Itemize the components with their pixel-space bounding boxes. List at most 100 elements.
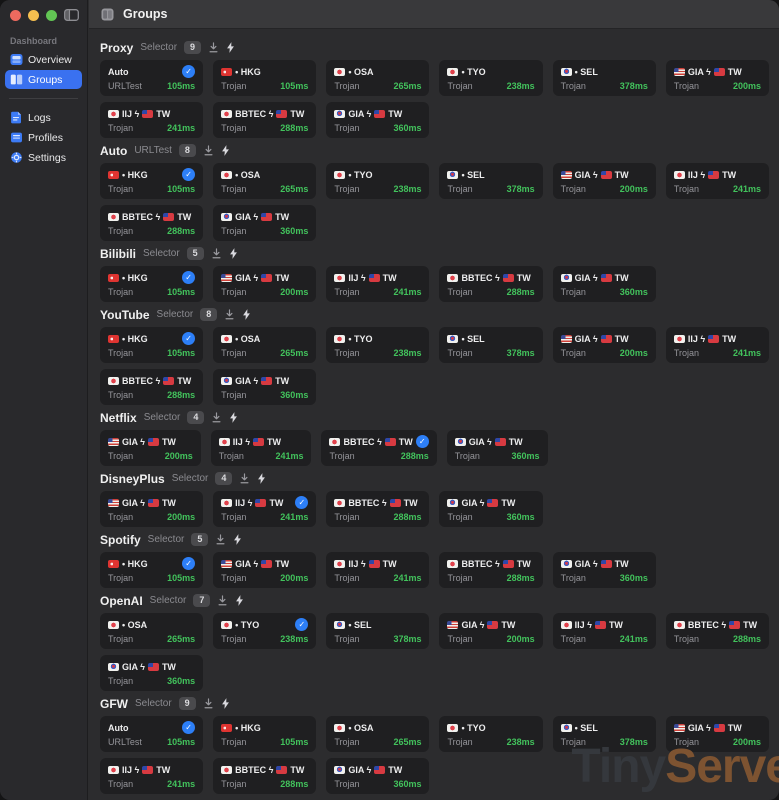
proxy-node-card[interactable]: GIA ϟTWTrojan200ms [553, 327, 656, 363]
proxy-node-card[interactable]: • SELTrojan378ms [553, 716, 656, 752]
proxy-node-card[interactable]: IIJ ϟTWTrojan241ms [666, 163, 769, 199]
sidebar-item-settings[interactable]: Settings [5, 148, 82, 167]
sidebar-item-logs[interactable]: Logs [5, 108, 82, 127]
proxy-node-type: URLTest [108, 81, 142, 91]
proxy-node-card[interactable]: GIA ϟTWTrojan360ms [213, 205, 316, 241]
proxy-node-card[interactable]: BBTEC ϟTWTrojan288ms [326, 491, 429, 527]
update-group-button[interactable] [215, 534, 226, 545]
proxy-node-card[interactable]: • OSATrojan265ms [326, 60, 429, 96]
proxy-node-card[interactable]: • HKGTrojan105ms [213, 60, 316, 96]
update-group-button[interactable] [224, 309, 235, 320]
proxy-node-card[interactable]: • TYOTrojan238ms [439, 60, 542, 96]
latency-test-button[interactable] [226, 42, 235, 53]
proxy-node-card[interactable]: BBTEC ϟTWTrojan288ms [439, 552, 542, 588]
latency-test-button[interactable] [257, 473, 266, 484]
proxy-node-card[interactable]: GIA ϟTWTrojan200ms [100, 430, 201, 466]
sidebar-toggle-button[interactable] [64, 9, 79, 21]
update-group-button[interactable] [203, 698, 214, 709]
proxy-node-card[interactable]: • OSATrojan265ms [213, 163, 316, 199]
sidebar-item-profiles[interactable]: Profiles [5, 128, 82, 147]
proxy-node-card[interactable]: • HKG✓Trojan105ms [100, 266, 203, 302]
proxy-node-type: Trojan [221, 123, 246, 133]
proxy-node-card[interactable]: GIA ϟTWTrojan200ms [213, 266, 316, 302]
sidebar-item-groups[interactable]: Groups [5, 70, 82, 89]
proxy-node-card[interactable]: • SELTrojan378ms [553, 60, 656, 96]
proxy-node-card[interactable]: IIJ ϟTWTrojan241ms [553, 613, 656, 649]
proxy-node-card[interactable]: IIJ ϟTWTrojan241ms [326, 266, 429, 302]
proxy-node-card[interactable]: • HKG✓Trojan105ms [100, 163, 203, 199]
proxy-node-card[interactable]: IIJ ϟTWTrojan241ms [211, 430, 312, 466]
latency-test-button[interactable] [242, 309, 251, 320]
proxy-node-card[interactable]: IIJ ϟTWTrojan241ms [100, 758, 203, 794]
proxy-node-card[interactable]: Auto✓URLTest105ms [100, 60, 203, 96]
proxy-node-card[interactable]: GIA ϟTWTrojan360ms [213, 369, 316, 405]
proxy-node-card[interactable]: • HKG✓Trojan105ms [100, 552, 203, 588]
proxy-node-card[interactable]: BBTEC ϟTWTrojan288ms [666, 613, 769, 649]
flag-tw-icon [708, 171, 719, 179]
proxy-node-card[interactable]: GIA ϟTWTrojan360ms [100, 655, 203, 691]
update-group-button[interactable] [203, 145, 214, 156]
proxy-node-card[interactable]: IIJ ϟTWTrojan241ms [326, 552, 429, 588]
proxy-node-card[interactable]: BBTEC ϟTWTrojan288ms [100, 369, 203, 405]
proxy-node-card[interactable]: IIJ ϟTW✓Trojan241ms [213, 491, 316, 527]
sidebar-item-overview[interactable]: Overview [5, 50, 82, 69]
proxy-node-card[interactable]: • SELTrojan378ms [439, 163, 542, 199]
proxy-node-card[interactable]: GIA ϟTWTrojan360ms [439, 491, 542, 527]
proxy-node-card[interactable]: GIA ϟTWTrojan200ms [100, 491, 203, 527]
update-group-button[interactable] [211, 412, 222, 423]
proxy-node-card[interactable]: IIJ ϟTWTrojan241ms [100, 102, 203, 138]
latency-test-button[interactable] [229, 248, 238, 259]
proxy-node-card[interactable]: GIA ϟTWTrojan200ms [666, 60, 769, 96]
update-group-button[interactable] [211, 248, 222, 259]
proxy-node-card[interactable]: BBTEC ϟTW✓Trojan288ms [321, 430, 436, 466]
latency-test-button[interactable] [233, 534, 242, 545]
latency-test-button[interactable] [221, 698, 230, 709]
proxy-node-name: GIA ϟTW [334, 765, 405, 775]
proxy-node-card[interactable]: • TYO✓Trojan238ms [213, 613, 316, 649]
latency-test-button[interactable] [229, 412, 238, 423]
close-button[interactable] [10, 10, 21, 21]
proxy-node-card[interactable]: GIA ϟTWTrojan200ms [439, 613, 542, 649]
latency-test-button[interactable] [235, 595, 244, 606]
proxy-node-card[interactable]: • SELTrojan378ms [326, 613, 429, 649]
proxy-node-card[interactable]: • TYOTrojan238ms [326, 163, 429, 199]
group-count-badge: 4 [215, 472, 232, 485]
proxy-node-card[interactable]: BBTEC ϟTWTrojan288ms [213, 102, 316, 138]
update-group-button[interactable] [208, 42, 219, 53]
proxy-node-card[interactable]: • OSATrojan265ms [213, 327, 316, 363]
proxy-node-card[interactable]: GIA ϟTWTrojan360ms [326, 758, 429, 794]
update-download-icon [208, 42, 219, 53]
group-header: BilibiliSelector5 [100, 246, 769, 261]
proxy-node-name: IIJ ϟTW [674, 170, 739, 180]
proxy-node-card[interactable]: GIA ϟTWTrojan360ms [553, 266, 656, 302]
proxy-node-card[interactable]: • OSATrojan265ms [326, 716, 429, 752]
proxy-node-card[interactable]: • HKG✓Trojan105ms [100, 327, 203, 363]
proxy-node-card[interactable]: GIA ϟTWTrojan200ms [213, 552, 316, 588]
proxy-node-card[interactable]: BBTEC ϟTWTrojan288ms [439, 266, 542, 302]
proxy-node-type: Trojan [334, 287, 359, 297]
proxy-node-card[interactable]: Auto✓URLTest105ms [100, 716, 203, 752]
proxy-node-card[interactable]: IIJ ϟTWTrojan241ms [666, 327, 769, 363]
proxy-node-card[interactable]: GIA ϟTWTrojan360ms [326, 102, 429, 138]
proxy-node-card[interactable]: • TYOTrojan238ms [439, 716, 542, 752]
proxy-node-card[interactable]: BBTEC ϟTWTrojan288ms [100, 205, 203, 241]
proxy-node-card[interactable]: GIA ϟTWTrojan360ms [447, 430, 548, 466]
proxy-node-card[interactable]: BBTEC ϟTWTrojan288ms [213, 758, 316, 794]
proxy-node-card[interactable]: GIA ϟTWTrojan360ms [553, 552, 656, 588]
minimize-button[interactable] [28, 10, 39, 21]
latency-test-button[interactable] [221, 145, 230, 156]
proxy-node-card[interactable]: GIA ϟTWTrojan200ms [553, 163, 656, 199]
proxy-node-card[interactable]: • TYOTrojan238ms [326, 327, 429, 363]
update-group-button[interactable] [217, 595, 228, 606]
proxy-node-type: Trojan [221, 390, 246, 400]
proxy-node-card[interactable]: • HKGTrojan105ms [213, 716, 316, 752]
proxy-node-card[interactable]: • OSATrojan265ms [100, 613, 203, 649]
flag-jp-icon [108, 213, 119, 221]
update-group-button[interactable] [239, 473, 250, 484]
proxy-node-latency: 265ms [167, 634, 195, 644]
proxy-node-name-text: • SEL [461, 170, 484, 180]
proxy-node-type: Trojan [561, 573, 586, 583]
zoom-button[interactable] [46, 10, 57, 21]
proxy-node-card[interactable]: • SELTrojan378ms [439, 327, 542, 363]
proxy-node-card[interactable]: GIA ϟTWTrojan200ms [666, 716, 769, 752]
